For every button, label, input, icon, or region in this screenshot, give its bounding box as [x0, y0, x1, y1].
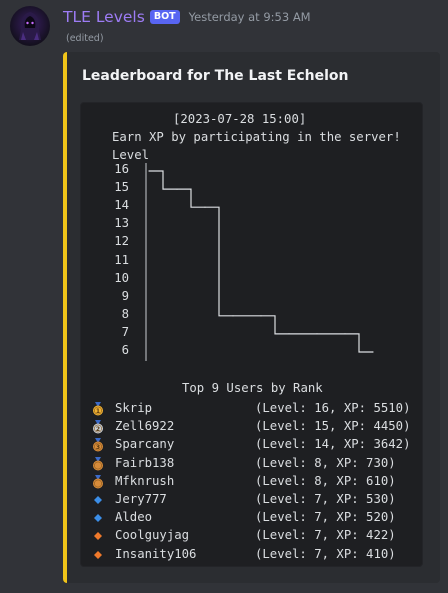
bronze-medal-icon: 3: [91, 437, 105, 452]
leaderboard-embed: Leaderboard for The Last Echelon [2023-0…: [63, 52, 440, 583]
svg-text:2: 2: [96, 426, 100, 433]
message-timestamp[interactable]: Yesterday at 9:53 AM: [189, 10, 311, 24]
orange-diamond-icon: [91, 528, 105, 542]
data-point: [288, 333, 290, 335]
orange-diamond-icon: [91, 547, 105, 561]
medal-icon: [91, 474, 105, 489]
user-name: Fairb138: [115, 455, 175, 470]
user-name: Mfknrush: [115, 473, 175, 488]
blue-diamond-icon: [91, 492, 105, 506]
author-name[interactable]: TLE Levels: [63, 8, 145, 26]
data-point: [232, 315, 234, 317]
section-title: Top 9 Users by Rank: [182, 381, 323, 395]
user-stats: (Level: 8, XP: 730): [255, 455, 396, 470]
user-stats: (Level: 7, XP: 422): [255, 528, 396, 543]
silver-medal-icon: 2: [91, 419, 105, 434]
data-point: [176, 188, 178, 190]
edited-label: (edited): [66, 33, 104, 44]
data-point: [344, 333, 346, 335]
leaderboard-row: Mfknrush (Level: 8, XP: 610): [91, 472, 396, 490]
user-stats: (Level: 7, XP: 410): [255, 546, 396, 561]
leaderboard-row: Fairb138 (Level: 8, XP: 730): [91, 454, 396, 472]
leaderboard-row: 2 Zell6922 (Level: 15, XP: 4450): [91, 417, 410, 435]
user-name: Zell6922: [115, 419, 175, 434]
user-stats: (Level: 14, XP: 3642): [255, 437, 411, 452]
blue-diamond-icon: [91, 510, 105, 524]
data-point: [148, 170, 150, 172]
leaderboard-row: 1 Skrip (Level: 16, XP: 5510): [91, 399, 410, 417]
user-name: Jery777: [115, 492, 167, 506]
bot-tag: BOT: [149, 10, 180, 24]
user-stats: (Level: 15, XP: 4450): [255, 419, 411, 434]
level-step-line: [149, 170, 373, 353]
hooded-figure-icon: [19, 12, 41, 40]
user-name: Sparcany: [115, 437, 175, 452]
embed-title: Leaderboard for The Last Echelon: [82, 68, 349, 84]
leaderboard-row: Coolguyjag (Level: 7, XP: 422): [91, 526, 396, 544]
leaderboard-row: Aldeo (Level: 7, XP: 520): [91, 508, 396, 526]
user-stats: (Level: 7, XP: 520): [255, 510, 396, 525]
gold-medal-icon: 1: [91, 401, 105, 416]
user-name: Coolguyjag: [115, 528, 190, 543]
message-header: TLE Levels BOT Yesterday at 9:53 AM: [63, 6, 311, 28]
user-name: Skrip: [115, 401, 153, 415]
user-name: Insanity106: [115, 546, 197, 561]
leaderboard-row: Insanity106 (Level: 7, XP: 410): [91, 545, 396, 563]
data-point: [372, 351, 374, 353]
leaderboard-row: 3 Sparcany (Level: 14, XP: 3642): [91, 435, 410, 453]
bot-avatar[interactable]: [10, 6, 50, 46]
user-stats: (Level: 7, XP: 530): [255, 492, 396, 506]
level-chart: [145, 163, 374, 361]
leaderboard-row: Jery777 (Level: 7, XP: 530): [91, 490, 396, 508]
user-name: Aldeo: [115, 510, 153, 525]
data-point: [260, 315, 262, 317]
user-stats: (Level: 16, XP: 5510): [255, 401, 411, 415]
svg-text:1: 1: [96, 408, 100, 415]
code-block: [2023-07-28 15:00] Earn XP by participat…: [80, 102, 423, 567]
user-stats: (Level: 8, XP: 610): [255, 473, 396, 488]
data-point: [316, 333, 318, 335]
svg-text:3: 3: [96, 444, 100, 451]
medal-icon: [91, 456, 105, 471]
data-point: [204, 206, 206, 208]
